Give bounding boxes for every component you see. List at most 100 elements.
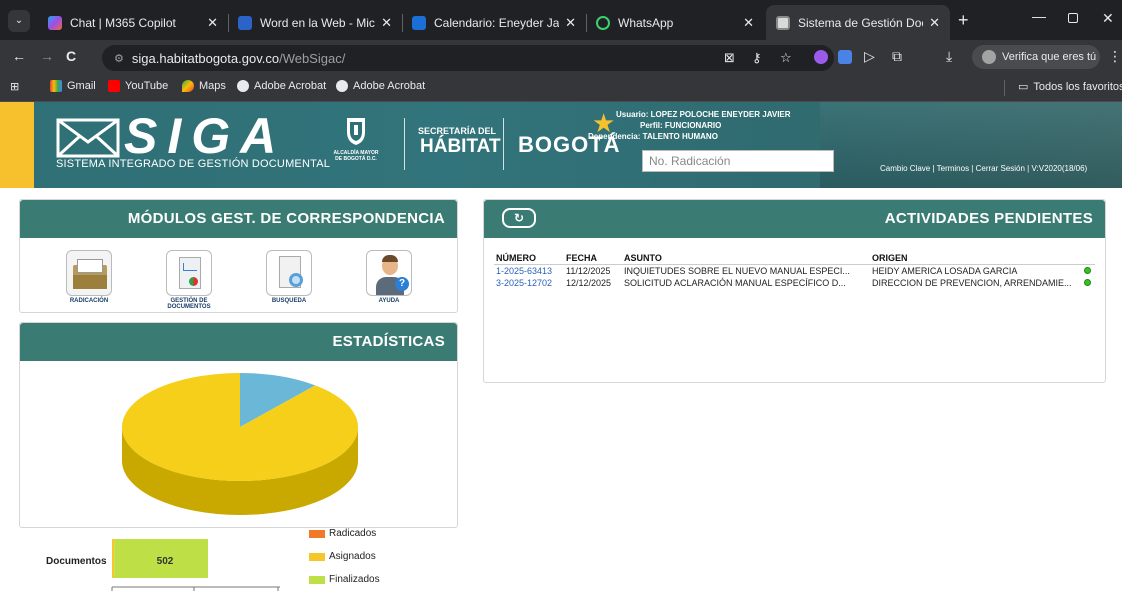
module-label: GESTIÓN DE DOCUMENTOS [167, 298, 211, 310]
legend-label: Radicados [329, 528, 377, 539]
tab-label: Word en la Web - Microsoft [260, 15, 375, 30]
reload-icon[interactable]: C [66, 48, 76, 64]
legend-swatch [309, 575, 325, 584]
bogota-shield-icon [347, 118, 365, 145]
siga-logo-text: SIGA [124, 108, 287, 164]
profile-verify-button[interactable]: Verifica que eres tú [972, 45, 1100, 69]
tab-siga[interactable]: Sistema de Gestión Docume ✕ [766, 5, 950, 40]
cell-origen: HEIDY AMERICA LOSADA GARCIA [872, 265, 1018, 276]
menu-kebab-icon[interactable]: ⋮ [1108, 48, 1122, 65]
calendar-icon [412, 15, 426, 30]
legend-swatch [309, 552, 325, 561]
inbox-tray-icon [66, 250, 112, 296]
site-info-icon[interactable]: ⚙ [114, 52, 124, 65]
extensions-puzzle-icon[interactable]: ⧉ [892, 48, 902, 65]
table-row[interactable]: 3-2025-12702 12/12/2025 SOLICITUD ACLARA… [494, 277, 1095, 289]
legend-radicados: Radicados [309, 528, 376, 539]
help-person-icon: ? [366, 250, 412, 296]
tab-word[interactable]: Word en la Web - Microsoft ✕ [228, 5, 402, 40]
legend-asignados: Asignados [309, 551, 376, 562]
tab-label: Chat | M365 Copilot [70, 15, 176, 30]
cell-asunto: INQUIETUDES SOBRE EL NUEVO MANUAL ESPECI… [624, 265, 850, 276]
close-icon[interactable]: ✕ [207, 15, 218, 31]
bar-chart: 502 [111, 539, 280, 591]
module-label: RADICACIÓN [69, 298, 109, 304]
bookmark-label: Adobe Acrobat [254, 80, 327, 92]
legend-swatch [309, 529, 325, 538]
module-gestion-documentos[interactable]: GESTIÓN DE DOCUMENTOS [154, 250, 224, 310]
radicado-number-link[interactable]: 1-2025-63413 [494, 265, 564, 277]
column-header: NÚMERO [496, 253, 536, 263]
all-bookmarks-folder[interactable]: ▭ Todos los favoritos [1018, 80, 1122, 94]
statistics-panel: ESTADÍSTICAS [19, 322, 458, 528]
cell-fecha: 12/12/2025 [566, 277, 612, 288]
pie-chart [122, 373, 358, 515]
bookmark-gmail[interactable]: Gmail [50, 80, 96, 92]
close-icon[interactable]: ✕ [929, 15, 940, 31]
word-icon [238, 15, 252, 30]
cell-origen: DIRECCION DE PREVENCION, ARRENDAMIE... [872, 277, 1072, 288]
youtube-icon [108, 80, 120, 92]
forward-icon[interactable]: → [40, 48, 54, 64]
modules-title: MÓDULOS GEST. DE CORRESPONDENCIA [20, 200, 457, 238]
close-icon[interactable]: ✕ [381, 15, 392, 31]
search-document-icon [266, 250, 312, 296]
close-icon[interactable]: ✕ [743, 15, 754, 31]
address-bar[interactable]: ⚙ siga.habitatbogota.gov.co/WebSigac/ ⊠ … [102, 45, 834, 71]
back-icon[interactable]: ← [12, 48, 26, 64]
activities-panel: ACTIVIDADES PENDIENTES ↻ [483, 199, 1106, 383]
module-label: BUSQUEDA [271, 298, 307, 304]
new-tab-icon[interactable]: + [958, 10, 969, 31]
siga-subtitle: SISTEMA INTEGRADO DE GESTIÓN DOCUMENTAL [56, 158, 331, 170]
tab-copilot[interactable]: Chat | M365 Copilot ✕ [38, 5, 228, 40]
city-skyline-image [820, 102, 1122, 188]
module-busqueda[interactable]: BUSQUEDA [254, 250, 324, 304]
tab-calendar[interactable]: Calendario: Eneyder Javier L ✕ [402, 5, 586, 40]
secretaria-label: SECRETARÍA DEL [418, 126, 497, 136]
perfil-label: Perfil: FUNCIONARIO [640, 121, 722, 130]
table-row[interactable]: 1-2025-63413 11/12/2025 INQUIETUDES SOBR… [494, 264, 1095, 277]
bookmark-star-icon[interactable]: ☆ [780, 50, 792, 66]
activities-table: NÚMERO FECHA ASUNTO ORIGEN 1-2025-63413 … [494, 252, 1095, 289]
bookmark-adobe-2[interactable]: Adobe Acrobat [336, 80, 425, 92]
radicado-number-link[interactable]: 3-2025-12702 [494, 277, 564, 289]
radicacion-search-input[interactable]: No. Radicación [642, 150, 834, 172]
tab-whatsapp[interactable]: WhatsApp ✕ [586, 5, 764, 40]
password-key-icon[interactable]: ⚷ [752, 50, 762, 66]
close-icon[interactable]: ✕ [565, 15, 576, 31]
header-links[interactable]: Cambio Clave | Terminos | Cerrar Sesión … [880, 164, 1087, 173]
module-ayuda[interactable]: ? AYUDA [354, 250, 424, 304]
siga-icon [776, 15, 790, 30]
module-label: AYUDA [378, 298, 400, 304]
tab-label: WhatsApp [618, 15, 674, 30]
tab-label: Sistema de Gestión Docume [798, 15, 923, 30]
minimize-icon[interactable]: — [1032, 8, 1046, 24]
bookmark-adobe-1[interactable]: Adobe Acrobat [237, 80, 326, 92]
play-icon[interactable]: ▷ [864, 48, 875, 65]
modules-panel: MÓDULOS GEST. DE CORRESPONDENCIA RADICAC… [19, 199, 458, 313]
avatar [982, 50, 996, 64]
restore-icon[interactable] [1068, 13, 1078, 23]
statistics-title: ESTADÍSTICAS [20, 323, 457, 361]
bookmark-youtube[interactable]: YouTube [108, 80, 168, 92]
bookmark-label: Gmail [67, 80, 96, 92]
cell-fecha: 11/12/2025 [566, 265, 611, 276]
refresh-icon: ↻ [513, 211, 525, 225]
bookmark-maps[interactable]: Maps [182, 80, 226, 92]
browser-toolbar: ← → C ⚙ siga.habitatbogota.gov.co/WebSig… [0, 40, 1122, 74]
bookmark-label: YouTube [125, 80, 169, 92]
usuario-label: Usuario: LOPEZ POLOCHE ENEYDER JAVIER [616, 110, 791, 119]
module-radicacion[interactable]: RADICACIÓN [54, 250, 124, 304]
download-icon[interactable]: ⤓ [946, 48, 952, 65]
refresh-button[interactable]: ↻ [502, 208, 536, 228]
apps-grid-icon[interactable]: ⊞ [10, 80, 19, 93]
extension-icon[interactable] [814, 50, 828, 64]
translate-icon[interactable] [838, 50, 852, 64]
whatsapp-icon [596, 15, 610, 30]
tab-search-icon[interactable]: ⌄ [8, 10, 30, 32]
status-dot-icon [1084, 266, 1091, 274]
cast-icon[interactable]: ⊠ [724, 50, 735, 66]
habitat-label: HÁBITAT [420, 136, 501, 157]
window-close-icon[interactable]: ✕ [1102, 10, 1114, 27]
globe-icon [237, 80, 249, 92]
